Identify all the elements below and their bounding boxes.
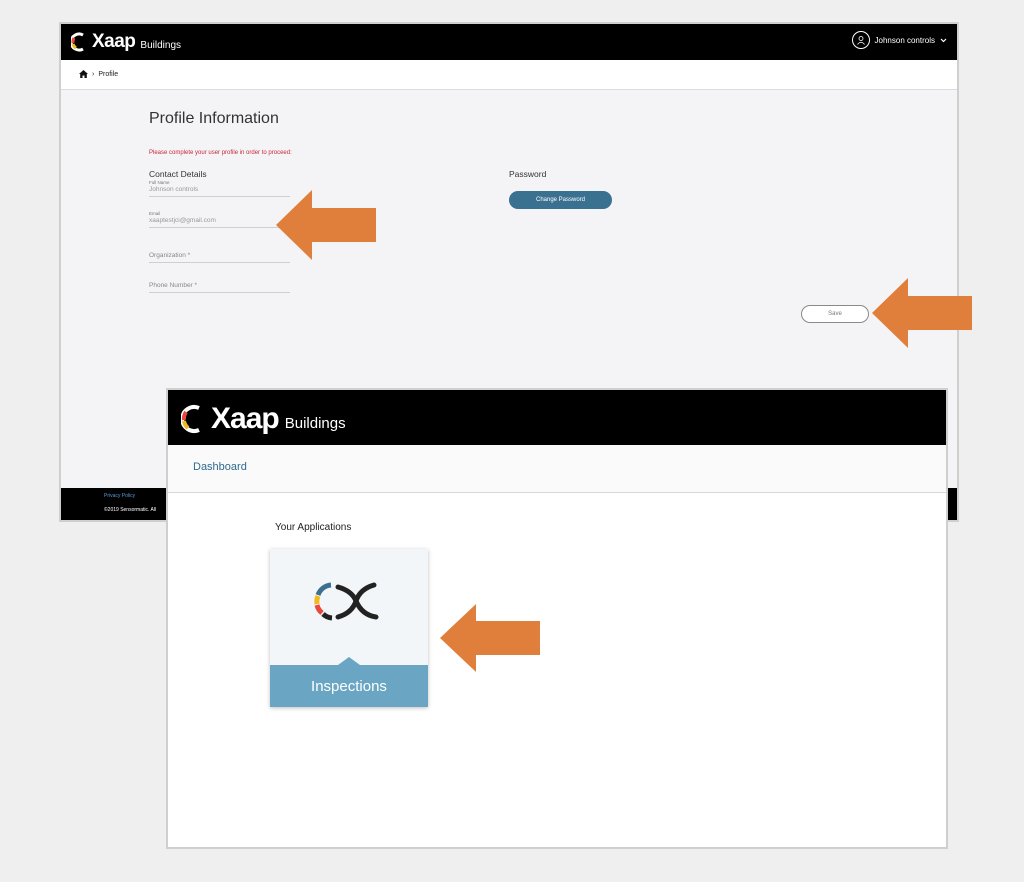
app-card-inspections[interactable]: Inspections: [270, 549, 428, 707]
contact-details-heading: Contact Details: [149, 169, 207, 179]
full-name-field[interactable]: Full Name Johnson controls: [149, 180, 290, 197]
app-card-notch: [338, 657, 360, 665]
brand-word: Xaap: [92, 31, 136, 52]
breadcrumb-current: Profile: [98, 70, 119, 78]
dashboard-window: Xaap Buildings Dashboard Your Applicatio…: [166, 388, 948, 849]
chevron-down-icon: [940, 38, 947, 42]
brand-word: Xaap: [211, 402, 280, 435]
copyright-text: ©2019 Sensormatic. All: [104, 507, 157, 513]
top-bar: Xaap Buildings Johnson controls: [61, 24, 957, 60]
user-menu[interactable]: Johnson controls: [851, 31, 947, 49]
breadcrumb-bar: › Profile: [61, 60, 957, 90]
privacy-policy-link[interactable]: Privacy Policy: [104, 493, 135, 499]
user-avatar-icon: [851, 31, 870, 49]
brand-logo[interactable]: Xaap Buildings: [71, 30, 181, 54]
breadcrumb: › Profile: [79, 70, 118, 78]
brand-sub: Buildings: [284, 415, 346, 432]
nav-bar: Dashboard: [168, 445, 946, 493]
email-value: xaaptestjci@gmail.com: [149, 217, 216, 224]
user-name: Johnson controls: [874, 35, 935, 45]
brand-logo[interactable]: Xaap Buildings: [181, 402, 346, 436]
top-bar: Xaap Buildings: [168, 390, 946, 445]
annotation-arrow-left-icon: [276, 190, 376, 260]
organization-field[interactable]: Organization *: [149, 251, 290, 263]
profile-warning: Please complete your user profile in ord…: [149, 150, 292, 156]
brand-sub: Buildings: [140, 39, 182, 51]
phone-number-placeholder: Phone Number *: [149, 282, 198, 289]
home-icon[interactable]: [79, 70, 88, 78]
change-password-button[interactable]: Change Password: [509, 191, 612, 209]
phone-number-field[interactable]: Phone Number *: [149, 281, 290, 293]
annotation-arrow-left-icon: [440, 604, 540, 672]
save-button[interactable]: Save: [801, 305, 869, 323]
nav-dashboard[interactable]: Dashboard: [193, 461, 247, 473]
xaap-ring-icon: [71, 32, 84, 52]
page-title: Profile Information: [149, 110, 279, 127]
organization-placeholder: Organization *: [149, 252, 191, 259]
breadcrumb-separator: ›: [92, 70, 95, 78]
app-card-label: Inspections: [270, 665, 428, 707]
applications-heading: Your Applications: [275, 522, 352, 533]
full-name-value: Johnson controls: [149, 186, 199, 193]
annotation-arrow-left-icon: [872, 278, 972, 348]
password-heading: Password: [509, 169, 547, 179]
inspections-logo-icon: [314, 582, 379, 621]
email-field[interactable]: Email xaaptestjci@gmail.com: [149, 211, 290, 228]
xaap-ring-icon: [181, 405, 200, 433]
